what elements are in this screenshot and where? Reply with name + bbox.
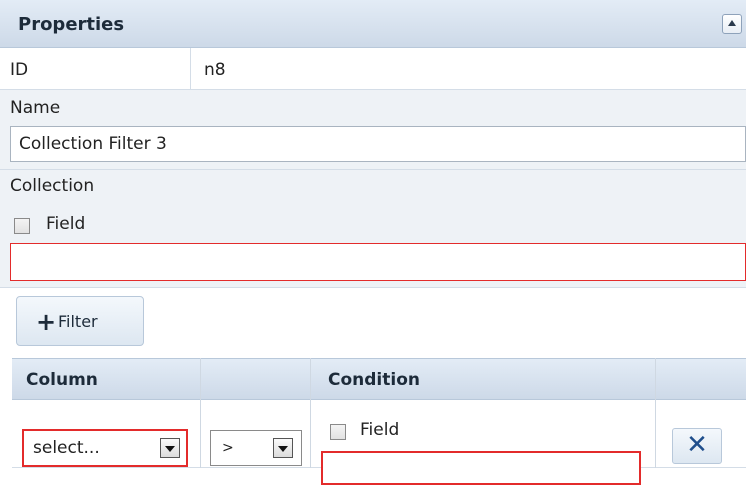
collection-field-label: Field: [46, 214, 86, 234]
plus-icon: +: [36, 308, 57, 336]
close-icon: ✕: [686, 430, 708, 460]
condition-field-label: Field: [360, 420, 400, 440]
panel-title: Properties: [18, 14, 125, 35]
id-divider: [190, 48, 191, 90]
operator-select-value: >: [222, 440, 234, 456]
column-header: Column: [26, 370, 98, 390]
condition-input[interactable]: [321, 451, 641, 485]
collapse-button[interactable]: [722, 14, 742, 34]
column-select-value: select...: [33, 438, 100, 458]
id-row: [0, 48, 746, 90]
id-label: ID: [10, 60, 29, 80]
name-input[interactable]: [10, 126, 746, 162]
id-value: n8: [204, 60, 226, 80]
column-divider: [310, 358, 311, 468]
column-divider: [655, 358, 656, 468]
collection-field-checkbox[interactable]: [14, 218, 30, 234]
chevron-down-icon[interactable]: [273, 438, 293, 458]
collection-input[interactable]: [10, 243, 746, 281]
add-filter-label: Filter: [58, 312, 98, 331]
column-divider: [200, 358, 201, 468]
condition-header: Condition: [328, 370, 420, 390]
name-label: Name: [10, 98, 61, 118]
collection-label: Collection: [10, 176, 95, 196]
chevron-down-icon[interactable]: [160, 438, 180, 458]
condition-field-checkbox[interactable]: [330, 424, 346, 440]
